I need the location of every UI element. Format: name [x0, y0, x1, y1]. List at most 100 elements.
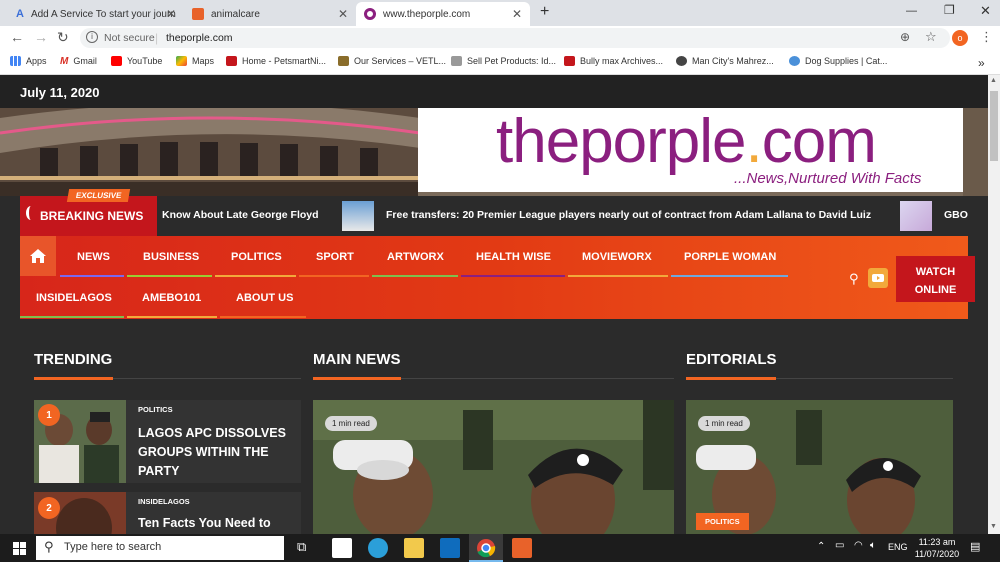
new-tab-icon[interactable]: + — [540, 3, 549, 21]
nav-business[interactable]: BUSINESS — [143, 251, 199, 263]
category-tag[interactable]: POLITICS — [696, 513, 749, 530]
url-text[interactable]: theporple.com — [166, 32, 233, 44]
ticker-item[interactable]: Free transfers: 20 Premier League player… — [386, 209, 871, 221]
bookmark-man-city[interactable]: Man City's Mahrez... — [676, 56, 774, 66]
nav-artworx[interactable]: ARTWORX — [387, 251, 444, 263]
article-category[interactable]: INSIDELAGOS — [138, 497, 190, 506]
maximize-icon[interactable]: ❐ — [944, 3, 955, 17]
nav-health-wise[interactable]: HEALTH WISE — [476, 251, 551, 263]
main-news-card[interactable]: 1 min read — [313, 400, 674, 534]
task-view-icon[interactable]: ⧉ — [297, 539, 306, 555]
nav-politics[interactable]: POLITICS — [231, 251, 282, 263]
wifi-icon[interactable]: ◠ — [854, 540, 863, 551]
notifications-icon[interactable]: ▤ — [970, 540, 980, 553]
profile-avatar[interactable]: o — [952, 30, 968, 46]
nav-sport[interactable]: SPORT — [316, 251, 354, 263]
bookmark-dog-supplies[interactable]: Dog Supplies | Cat... — [789, 56, 887, 66]
browser-tab-strip: A Add A Service To start your journ ✕ an… — [0, 0, 1000, 26]
volume-icon[interactable]: 🔈︎ — [870, 540, 876, 551]
bookmark-vetl[interactable]: Our Services – VETL... — [338, 56, 446, 66]
article-headline[interactable]: Ten Facts You Need to — [138, 514, 271, 533]
star-icon[interactable]: ☆ — [925, 29, 937, 45]
bookmark-apps[interactable]: Apps — [10, 56, 47, 66]
youtube-icon — [111, 56, 122, 66]
ticker-thumbnail[interactable] — [900, 201, 932, 231]
windows-start-icon[interactable] — [10, 538, 30, 558]
bookmark-maps[interactable]: Maps — [176, 56, 214, 66]
rank-badge: 1 — [38, 404, 60, 426]
porple-favicon-icon — [364, 8, 376, 20]
forward-icon[interactable]: → — [34, 29, 48, 45]
clock-date: 11/07/2020 — [914, 549, 960, 559]
nav-about-us[interactable]: ABOUT US — [236, 292, 293, 304]
heading-rule — [776, 378, 953, 379]
tab-animalcare[interactable]: animalcare ✕ — [184, 2, 356, 26]
minimize-icon[interactable]: — — [906, 5, 917, 17]
search-icon[interactable]: ⚲ — [849, 271, 859, 287]
chrome-taskbar-button[interactable] — [469, 534, 503, 562]
language-indicator[interactable]: ENG — [888, 542, 908, 552]
bookmark-label: Man City's Mahrez... — [692, 56, 774, 66]
nav-movieworx[interactable]: MOVIEWORX — [582, 251, 652, 263]
nav-insidelagos[interactable]: INSIDELAGOS — [36, 292, 112, 304]
edge-icon[interactable] — [368, 538, 388, 558]
page-scrollbar[interactable]: ▲ ▼ — [988, 75, 1000, 534]
file-explorer-icon[interactable] — [404, 538, 424, 558]
bookmark-label: YouTube — [127, 56, 163, 66]
mail-icon[interactable] — [440, 538, 460, 558]
heading-underline — [34, 377, 113, 380]
nav-news[interactable]: NEWS — [77, 251, 110, 263]
site-logo[interactable]: theporple.com ...News,Nurtured With Fact… — [418, 108, 963, 192]
bookmark-petsmart[interactable]: Home - PetsmartNi... — [226, 56, 326, 66]
reload-icon[interactable]: ↻ — [57, 29, 69, 46]
close-tab-icon[interactable]: ✕ — [166, 7, 176, 21]
bookmark-label: Maps — [192, 56, 215, 66]
trending-card[interactable]: 2 INSIDELAGOS Ten Facts You Need to — [34, 492, 301, 534]
scroll-down-icon[interactable]: ▼ — [990, 523, 997, 530]
trending-card[interactable]: 1 POLITICS LAGOS APC DISSOLVES GROUPS WI… — [34, 400, 301, 483]
nav-porple-woman[interactable]: PORPLE WOMAN — [684, 251, 776, 263]
article-category[interactable]: POLITICS — [138, 405, 173, 414]
headline-line: GROUPS WITHIN THE — [138, 445, 269, 459]
taskbar-search-box[interactable]: ⚲ Type here to search — [36, 536, 284, 560]
ticker-item[interactable]: Know About Late George Floyd — [162, 209, 319, 221]
tab-title: Add A Service To start your journ — [30, 8, 176, 20]
xampp-icon[interactable] — [512, 538, 532, 558]
logo-tagline: ...News,Nurtured With Facts — [734, 170, 922, 187]
address-bar[interactable]: i Not secure | theporple.com ⊕ ☆ — [80, 28, 950, 48]
ticker-thumbnail[interactable] — [342, 201, 374, 231]
article-headline[interactable]: LAGOS APC DISSOLVES GROUPS WITHIN THE PA… — [138, 424, 286, 481]
clock[interactable]: 11:23 am 11/07/2020 — [912, 536, 962, 560]
battery-icon[interactable]: ▭ — [835, 540, 844, 551]
close-window-icon[interactable]: ✕ — [980, 3, 991, 19]
bookmark-label: Bully max Archives... — [580, 56, 664, 66]
menu-icon[interactable]: ⋮ — [980, 29, 993, 45]
bookmark-bully-max[interactable]: Bully max Archives... — [564, 56, 663, 66]
tab-add-service[interactable]: A Add A Service To start your journ ✕ — [8, 2, 184, 26]
browser-toolbar: ← → ↻ i Not secure | theporple.com ⊕ ☆ o… — [0, 26, 1000, 50]
bookmark-gmail[interactable]: M Gmail — [60, 56, 97, 67]
back-icon[interactable]: ← — [10, 29, 24, 45]
close-tab-icon[interactable]: ✕ — [512, 7, 522, 21]
bookmark-youtube[interactable]: YouTube — [111, 56, 162, 66]
ticker-item[interactable]: GBO — [944, 209, 968, 221]
close-tab-icon[interactable]: ✕ — [338, 7, 348, 21]
exclusive-badge: EXCLUSIVE — [66, 189, 131, 202]
youtube-channel-icon[interactable] — [868, 268, 888, 288]
tray-chevron-icon[interactable]: ⌃ — [817, 541, 825, 552]
home-button[interactable] — [20, 236, 56, 276]
nav-amebo101[interactable]: AMEBO101 — [142, 292, 201, 304]
more-bookmarks-icon[interactable]: » — [978, 56, 985, 70]
info-icon[interactable]: i — [86, 31, 98, 43]
scrollbar-thumb[interactable] — [990, 91, 998, 161]
bookmark-sell-pet[interactable]: Sell Pet Products: Id... — [451, 56, 556, 66]
tab-theporple[interactable]: www.theporple.com ✕ — [356, 2, 530, 26]
headline-line: LAGOS APC DISSOLVES — [138, 426, 286, 440]
separator: | — [155, 31, 159, 45]
scroll-up-icon[interactable]: ▲ — [990, 77, 997, 84]
watch-online-button[interactable]: WATCH ONLINE — [896, 256, 975, 302]
zoom-icon[interactable]: ⊕ — [900, 30, 910, 44]
store-icon[interactable] — [332, 538, 352, 558]
editorial-card[interactable]: 1 min read POLITICS — [686, 400, 953, 534]
logo-name: theporple — [496, 108, 747, 176]
